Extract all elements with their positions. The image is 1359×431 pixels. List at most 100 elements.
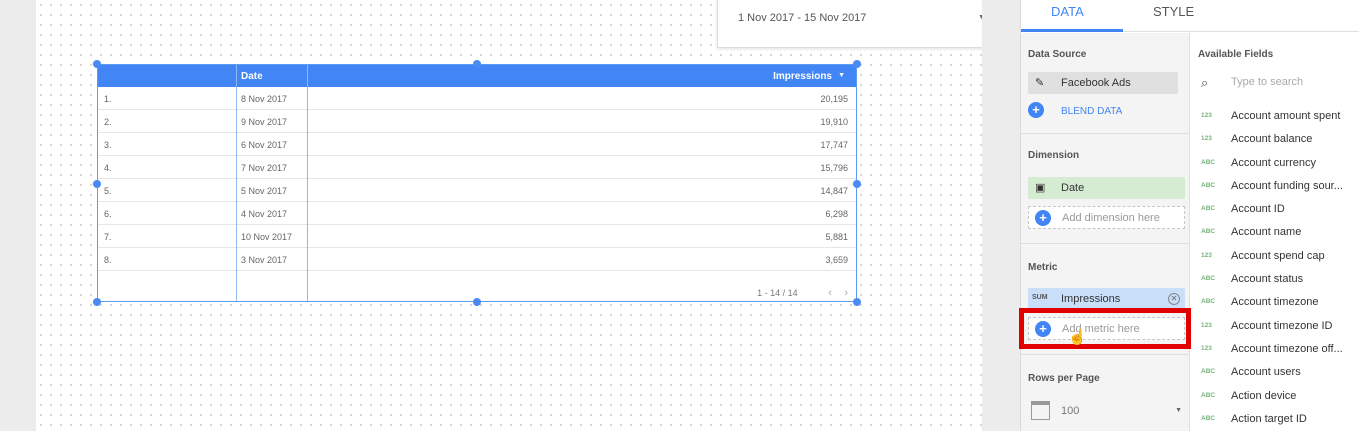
row-impressions: 19,910 xyxy=(820,117,848,127)
column-divider[interactable] xyxy=(236,65,237,301)
pencil-icon[interactable]: ✎ xyxy=(1035,76,1044,89)
field-type-badge: ABC xyxy=(1201,275,1216,283)
tab-style[interactable]: STYLE xyxy=(1153,4,1194,19)
remove-icon[interactable]: ✕ xyxy=(1168,293,1180,305)
properties-panel: DATA STYLE Data Source ✎ Facebook Ads + … xyxy=(1019,0,1359,431)
field-search[interactable]: ⌕ xyxy=(1198,73,1355,95)
field-name: Account amount spent xyxy=(1231,110,1341,122)
table-row[interactable]: 7. 10 Nov 2017 5,881 xyxy=(98,225,856,248)
field-name: Account spend cap xyxy=(1231,249,1325,262)
resize-handle[interactable] xyxy=(93,298,101,306)
table-row[interactable]: 3. 6 Nov 2017 17,747 xyxy=(98,133,856,156)
field-item[interactable]: ABC Account name xyxy=(1191,222,1359,245)
row-date: 4 Nov 2017 xyxy=(241,209,288,219)
data-source-chip[interactable]: ✎ Facebook Ads xyxy=(1028,72,1178,94)
field-item[interactable]: 123 Account spend cap xyxy=(1191,246,1359,269)
field-name: Account funding sour... xyxy=(1231,179,1343,192)
resize-handle[interactable] xyxy=(473,298,481,306)
sort-descending-icon[interactable]: ▼ xyxy=(838,72,845,79)
available-fields-label: Available Fields xyxy=(1198,49,1274,60)
field-name: Account name xyxy=(1231,226,1302,239)
table-row[interactable]: 2. 9 Nov 2017 19,910 xyxy=(98,110,856,133)
resize-handle[interactable] xyxy=(853,298,861,306)
panel-tabs: DATA STYLE xyxy=(1021,0,1359,32)
row-date: 10 Nov 2017 xyxy=(241,232,293,242)
field-item[interactable]: ABC Account timezone xyxy=(1191,292,1359,315)
resize-handle[interactable] xyxy=(93,180,101,188)
field-item[interactable]: 123 Account balance xyxy=(1191,129,1359,152)
date-range-value: 1 Nov 2017 - 15 Nov 2017 xyxy=(738,12,867,24)
table-row[interactable]: 1. 8 Nov 2017 20,195 xyxy=(98,87,856,110)
blend-data-button[interactable]: + BLEND DATA xyxy=(1028,101,1178,121)
metric-chip-impressions[interactable]: SUM Impressions ✕ xyxy=(1028,288,1185,310)
field-name: Account timezone xyxy=(1231,296,1319,309)
row-number: 4. xyxy=(104,163,112,173)
table-chart[interactable]: Date Impressions ▼ 1. 8 Nov 2017 20,195 2. 9… xyxy=(97,64,857,302)
column-header-date[interactable]: Date xyxy=(241,71,263,82)
table-body: 1. 8 Nov 2017 20,195 2. 9 Nov 2017 19,910 3. 6 … xyxy=(98,87,856,279)
row-impressions: 17,747 xyxy=(820,140,848,150)
add-dimension-dropzone[interactable]: + Add dimension here xyxy=(1028,206,1185,229)
resize-handle[interactable] xyxy=(853,180,861,188)
column-header-impressions[interactable]: Impressions xyxy=(773,71,832,82)
table-row[interactable]: 6. 4 Nov 2017 6,298 xyxy=(98,202,856,225)
field-item[interactable]: ABC Account currency xyxy=(1191,153,1359,176)
row-number: 3. xyxy=(104,140,112,150)
metric-name: Impressions xyxy=(1061,293,1121,305)
field-type-badge: ABC xyxy=(1201,391,1216,399)
field-type-badge: ABC xyxy=(1201,298,1216,306)
field-item[interactable]: ABC Action target ID xyxy=(1191,409,1359,431)
chevron-down-icon[interactable]: ▼ xyxy=(1175,407,1182,414)
available-fields: Available Fields ⌕ 123 Account amount spe… xyxy=(1191,33,1359,431)
resize-handle[interactable] xyxy=(853,60,861,68)
field-item[interactable]: ABC Account funding sour... xyxy=(1191,176,1359,199)
aggregation-badge[interactable]: SUM xyxy=(1032,294,1048,301)
column-divider[interactable] xyxy=(307,65,308,301)
active-tab-indicator xyxy=(1021,29,1123,32)
table-row[interactable]: 9. 11 Nov 2017 2,518 xyxy=(98,271,856,279)
table-row[interactable]: 4. 7 Nov 2017 15,796 xyxy=(98,156,856,179)
field-item[interactable]: ABC Account ID xyxy=(1191,199,1359,222)
row-number: 5. xyxy=(104,186,112,196)
highlight-annotation xyxy=(1019,308,1191,349)
field-item[interactable]: ABC Action device xyxy=(1191,386,1359,409)
field-item[interactable]: 123 Account timezone ID xyxy=(1191,316,1359,339)
field-item[interactable]: 123 Account timezone off... xyxy=(1191,339,1359,362)
table-row[interactable]: 5. 5 Nov 2017 14,847 xyxy=(98,179,856,202)
chevron-left-icon[interactable]: ‹ xyxy=(828,287,832,299)
table-row[interactable]: 8. 3 Nov 2017 3,659 xyxy=(98,248,856,271)
field-name: Account users xyxy=(1231,366,1301,379)
plus-icon: + xyxy=(1028,102,1044,118)
dimension-chip-date[interactable]: ▣ Date xyxy=(1028,177,1185,199)
row-impressions: 3,659 xyxy=(825,255,848,265)
row-impressions: 5,881 xyxy=(825,232,848,242)
field-list: 123 Account amount spent 123 Account balanc… xyxy=(1191,106,1359,431)
row-number: 2. xyxy=(104,117,112,127)
date-range-control[interactable]: 1 Nov 2017 - 15 Nov 2017 ▼ xyxy=(717,0,1003,48)
field-type-badge: ABC xyxy=(1201,414,1216,422)
field-item[interactable]: 123 Account amount spent xyxy=(1191,106,1359,129)
row-impressions: 20,195 xyxy=(820,94,848,104)
field-type-badge: 123 xyxy=(1201,251,1212,259)
row-date: 7 Nov 2017 xyxy=(241,163,288,173)
resize-handle[interactable] xyxy=(93,60,101,68)
row-impressions: 14,847 xyxy=(820,186,848,196)
field-type-badge: 123 xyxy=(1201,112,1212,119)
tab-data[interactable]: DATA xyxy=(1051,4,1084,19)
table-icon xyxy=(1031,401,1050,420)
resize-handle[interactable] xyxy=(473,60,481,68)
chevron-right-icon[interactable]: › xyxy=(844,287,848,299)
divider xyxy=(1021,243,1190,244)
field-item[interactable]: ABC Account users xyxy=(1191,362,1359,385)
pagination-text: 1 - 14 / 14 xyxy=(757,288,798,298)
field-name: Account status xyxy=(1231,273,1304,286)
field-name: Account timezone ID xyxy=(1231,319,1333,332)
rows-per-page-select[interactable]: 100 ▼ xyxy=(1028,396,1185,426)
rows-per-page-value: 100 xyxy=(1061,405,1080,417)
field-item[interactable]: ABC Account status xyxy=(1191,269,1359,292)
search-input[interactable] xyxy=(1231,76,1346,88)
calendar-icon: ▣ xyxy=(1035,182,1046,194)
rows-per-page-label: Rows per Page xyxy=(1028,373,1100,384)
field-name: Action target ID xyxy=(1231,412,1307,425)
row-impressions: 15,796 xyxy=(820,163,848,173)
